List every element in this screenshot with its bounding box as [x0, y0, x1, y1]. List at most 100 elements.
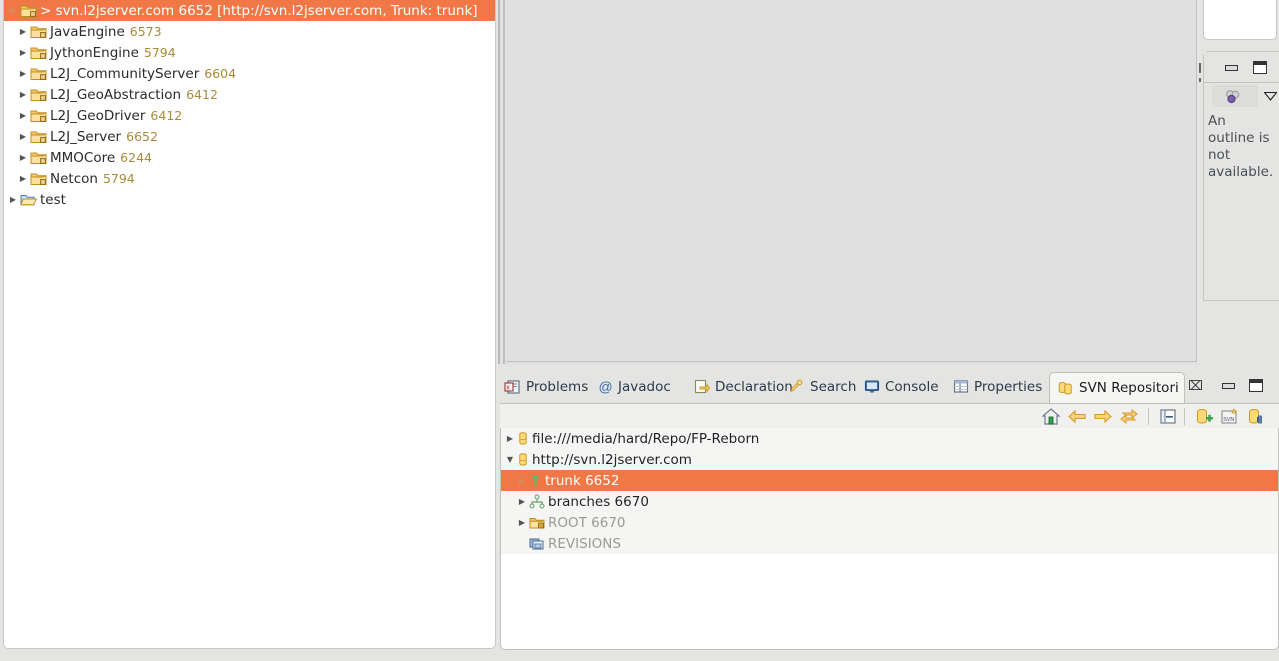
svn-project-icon — [20, 3, 37, 18]
chevron-right-icon[interactable]: ▶ — [6, 6, 20, 15]
chevron-down-icon[interactable] — [1264, 92, 1277, 101]
package-explorer-item[interactable]: ▶ MMOCore 6244 — [4, 147, 495, 168]
svn-tree-row-label: branches 6670 — [548, 493, 649, 510]
svn-tree-row[interactable]: ▼ http://svn.l2jserver.com — [501, 449, 1278, 470]
maximize-icon — [1253, 61, 1267, 74]
editor-client-area[interactable] — [506, 0, 1197, 362]
chevron-right-icon[interactable]: ▶ — [515, 518, 529, 527]
back-arrow-icon[interactable] — [1067, 407, 1087, 426]
chevron-right-icon[interactable]: ▶ — [503, 434, 517, 443]
refresh-icon[interactable] — [1119, 407, 1139, 426]
toolbar-separator-2 — [1184, 408, 1185, 425]
chevron-right-icon[interactable]: ▶ — [16, 174, 30, 183]
chevron-right-icon[interactable]: ▶ — [16, 111, 30, 120]
collapse-all-icon[interactable] — [1158, 407, 1178, 426]
repository-browse-icon[interactable] — [1246, 407, 1266, 426]
tab-declaration[interactable]: Declaration — [694, 375, 793, 398]
svn-folder-icon — [30, 108, 47, 123]
svn-folder-icon — [30, 150, 47, 165]
chevron-right-icon[interactable]: ▶ — [16, 27, 30, 36]
problems-icon: x — [504, 379, 521, 395]
chevron-down-icon[interactable]: ▼ — [503, 455, 517, 464]
tab-console[interactable]: Console — [864, 375, 939, 398]
package-explorer-tree[interactable]: ▶ > svn.l2jserver.com 6652 [http://svn.l2… — [4, 0, 495, 210]
eclipse-workbench-window: ▶ > svn.l2jserver.com 6652 [http://svn.l2… — [0, 0, 1279, 661]
svn-tree-row-label: http://svn.l2jserver.com — [532, 451, 692, 468]
properties-icon — [953, 379, 969, 394]
svg-text:@: @ — [599, 379, 613, 394]
chevron-right-icon[interactable]: ▶ — [16, 48, 30, 57]
svn-folder-icon — [30, 45, 47, 60]
revision-number: 6412 — [150, 108, 183, 123]
trunk-icon — [529, 473, 542, 488]
tab-svn-repositori[interactable]: SVN Repositori — [1049, 372, 1185, 403]
revisions-icon — [529, 536, 545, 551]
outline-view[interactable]: An outline is not available. — [1203, 51, 1279, 301]
new-repository-location-icon[interactable] — [1194, 407, 1214, 426]
revision-number: 5794 — [143, 45, 176, 60]
tab-label: Properties — [974, 378, 1043, 395]
package-explorer-item[interactable]: ▶ test — [4, 189, 495, 210]
svn-repositories-tree[interactable]: ▶ file:///media/hard/Repo/FP-Reborn ▼ http:… — [500, 428, 1279, 650]
bottom-view-stack: x Problems @ Javadoc Declaration Search Consol… — [500, 370, 1279, 652]
package-explorer-item[interactable]: ▶ Netcon 5794 — [4, 168, 495, 189]
view-maximize-button[interactable] — [1248, 378, 1264, 392]
svn-tree-row[interactable]: ▶ REVISIONS — [501, 533, 1278, 554]
root-folder-icon — [529, 515, 545, 530]
tab-problems[interactable]: x Problems — [504, 375, 588, 398]
tab-javadoc[interactable]: @ Javadoc — [598, 375, 671, 398]
package-explorer-item[interactable]: ▶ L2J_Server 6652 — [4, 126, 495, 147]
home-icon[interactable] — [1041, 407, 1061, 426]
outline-toolbar-group — [1212, 85, 1258, 107]
tab-label: Problems — [526, 378, 589, 395]
package-explorer-item[interactable]: ▶ L2J_GeoAbstraction 6412 — [4, 84, 495, 105]
tab-properties[interactable]: Properties — [953, 375, 1042, 398]
revision-number: 6652 — [126, 129, 158, 144]
svn-folder-icon — [30, 66, 47, 81]
package-explorer-item-label: L2J_GeoDriver — [50, 107, 146, 124]
outline-tab-strip — [1204, 52, 1279, 83]
outline-maximize-button[interactable] — [1252, 60, 1268, 74]
view-close-button[interactable]: ⌧ — [1188, 379, 1203, 394]
view-tab-strip[interactable]: x Problems @ Javadoc Declaration Search Consol… — [500, 370, 1279, 403]
editor-sash-left-inner[interactable] — [503, 0, 505, 364]
package-explorer-item[interactable]: ▶ JythonEngine 5794 — [4, 42, 495, 63]
outline-filter-icon[interactable] — [1224, 89, 1242, 104]
outline-sash-handle-2[interactable] — [1199, 78, 1201, 82]
revision-number: 6573 — [129, 24, 162, 39]
view-minimize-button[interactable] — [1221, 378, 1237, 392]
svn-tree-row[interactable]: ▶ ROOT 6670 — [501, 512, 1278, 533]
editor-sash-left[interactable] — [498, 0, 500, 364]
package-explorer-item-label: JythonEngine — [50, 44, 139, 61]
svg-text:x: x — [506, 384, 510, 391]
chevron-right-icon[interactable]: ▶ — [515, 497, 529, 506]
tree-spacer: ▶ — [515, 540, 529, 548]
right-top-view-panel[interactable] — [1203, 0, 1277, 40]
svn-repositories-toolbar[interactable]: SVN — [500, 403, 1279, 429]
package-explorer-item[interactable]: ▶ L2J_GeoDriver 6412 — [4, 105, 495, 126]
chevron-right-icon[interactable]: ▶ — [6, 195, 20, 204]
chevron-right-icon[interactable]: ▶ — [16, 132, 30, 141]
tab-label: SVN Repositori — [1079, 380, 1179, 396]
chevron-right-icon[interactable]: ▶ — [515, 476, 529, 485]
chevron-right-icon[interactable]: ▶ — [16, 90, 30, 99]
svn-tree-row[interactable]: ▶ branches 6670 — [501, 491, 1278, 512]
package-explorer-item[interactable]: ▶ L2J_CommunityServer 6604 — [4, 63, 495, 84]
package-explorer-view[interactable]: ▶ > svn.l2jserver.com 6652 [http://svn.l2… — [3, 0, 496, 649]
svn-tree-row[interactable]: ▶ trunk 6652 — [501, 470, 1278, 491]
forward-arrow-icon[interactable] — [1093, 407, 1113, 426]
package-explorer-item[interactable]: ▶ > svn.l2jserver.com 6652 [http://svn.l2… — [4, 0, 495, 21]
tab-search[interactable]: Search — [788, 375, 856, 398]
svn-tree-row[interactable]: ▶ file:///media/hard/Repo/FP-Reborn — [501, 428, 1278, 449]
chevron-right-icon[interactable]: ▶ — [16, 153, 30, 162]
maximize-icon — [1249, 379, 1263, 392]
search-icon — [788, 379, 805, 394]
outline-minimize-button[interactable] — [1224, 60, 1240, 74]
svg-text:SVN: SVN — [1223, 417, 1234, 423]
package-explorer-item[interactable]: ▶ JavaEngine 6573 — [4, 21, 495, 42]
outline-sash-handle[interactable] — [1199, 63, 1201, 73]
new-svn-repository-icon[interactable]: SVN — [1220, 407, 1240, 426]
outline-empty-message: An outline is not available. — [1208, 113, 1274, 180]
svn-folder-icon — [30, 171, 47, 186]
chevron-right-icon[interactable]: ▶ — [16, 69, 30, 78]
